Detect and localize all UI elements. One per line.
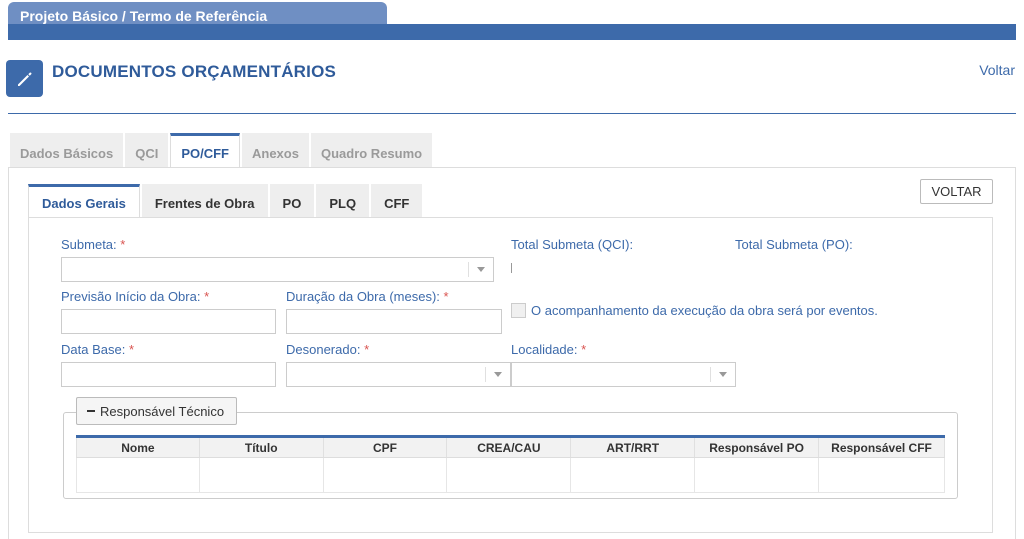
previsao-inicio-input[interactable] xyxy=(61,309,276,334)
data-base-label-text: Data Base: xyxy=(61,342,126,357)
page-header-title: Projeto Básico / Termo de Referência xyxy=(20,8,268,24)
submeta-label: Submeta: * xyxy=(61,237,125,252)
table-cell xyxy=(570,457,696,493)
tab-dados-basicos[interactable]: Dados Básicos xyxy=(10,133,124,168)
submeta-label-text: Submeta: xyxy=(61,237,117,252)
voltar-button[interactable]: VOLTAR xyxy=(920,179,993,204)
tab-po-cff[interactable]: PO/CFF xyxy=(170,133,240,168)
section-title: DOCUMENTOS ORÇAMENTÁRIOS xyxy=(52,62,337,81)
duracao-label: Duração da Obra (meses): * xyxy=(286,289,449,304)
tab-anexos[interactable]: Anexos xyxy=(242,133,309,168)
main-tabs: Dados Básicos QCI PO/CFF Anexos Quadro R… xyxy=(10,133,434,168)
total-submeta-po-label: Total Submeta (PO): xyxy=(735,237,853,252)
column-header-responsavel-po[interactable]: Responsável PO xyxy=(694,436,820,458)
column-header-crea-cau[interactable]: CREA/CAU xyxy=(446,436,572,458)
subtab-frentes-de-obra[interactable]: Frentes de Obra xyxy=(141,184,268,218)
previsao-label-text: Previsão Início da Obra: xyxy=(61,289,201,304)
duracao-label-text: Duração da Obra (meses): xyxy=(286,289,440,304)
subtab-cff[interactable]: CFF xyxy=(371,184,423,218)
subtab-plq[interactable]: PLQ xyxy=(316,184,370,218)
data-base-input[interactable] xyxy=(61,362,276,387)
column-header-nome[interactable]: Nome xyxy=(76,436,200,458)
table-header-row: Nome Título CPF CREA/CAU ART/RRT Respons… xyxy=(76,436,945,458)
minus-icon xyxy=(87,410,95,412)
column-header-titulo[interactable]: Título xyxy=(198,436,324,458)
header-bar xyxy=(8,24,1016,40)
tab-qci[interactable]: QCI xyxy=(125,133,169,168)
required-mark: * xyxy=(128,342,135,357)
subtab-po[interactable]: PO xyxy=(269,184,315,218)
table-cell xyxy=(818,457,945,493)
required-mark: * xyxy=(581,342,587,357)
column-header-cpf[interactable]: CPF xyxy=(322,436,448,458)
required-mark: * xyxy=(120,237,126,252)
localidade-label: Localidade: * xyxy=(511,342,586,357)
required-mark: * xyxy=(364,342,370,357)
section-icon-box xyxy=(6,60,43,97)
responsavel-tecnico-table: Nome Título CPF CREA/CAU ART/RRT Respons… xyxy=(76,435,945,493)
required-mark: * xyxy=(204,289,210,304)
eventos-checkbox[interactable] xyxy=(511,303,526,318)
desonerado-label-text: Desonerado: xyxy=(286,342,361,357)
responsavel-tecnico-label: Responsável Técnico xyxy=(100,403,225,419)
table-cell xyxy=(76,457,200,493)
desonerado-select[interactable] xyxy=(286,362,511,387)
tab-quadro-resumo[interactable]: Quadro Resumo xyxy=(310,133,433,168)
pencil-icon xyxy=(17,72,31,86)
required-mark: * xyxy=(443,289,449,304)
chevron-down-icon xyxy=(469,258,493,281)
chevron-down-icon xyxy=(486,363,510,386)
table-cell xyxy=(446,457,572,493)
total-submeta-qci-value xyxy=(511,263,512,273)
subtab-dados-gerais[interactable]: Dados Gerais xyxy=(28,184,140,218)
previsao-label: Previsão Início da Obra: * xyxy=(61,289,209,304)
localidade-label-text: Localidade: xyxy=(511,342,578,357)
desonerado-label: Desonerado: * xyxy=(286,342,369,357)
table-cell xyxy=(322,457,448,493)
column-header-art-rrt[interactable]: ART/RRT xyxy=(570,436,696,458)
section-divider xyxy=(8,113,1016,114)
responsavel-tecnico-toggle[interactable]: Responsável Técnico xyxy=(76,397,238,425)
total-submeta-qci-label: Total Submeta (QCI): xyxy=(511,237,634,252)
table-row xyxy=(76,457,945,493)
sub-tabs: Dados Gerais Frentes de Obra PO PLQ CFF xyxy=(28,184,424,218)
duracao-obra-input[interactable] xyxy=(286,309,502,334)
submeta-select[interactable] xyxy=(61,257,494,282)
column-header-responsavel-cff[interactable]: Responsável CFF xyxy=(818,436,945,458)
table-cell xyxy=(694,457,820,493)
localidade-select[interactable] xyxy=(511,362,736,387)
table-cell xyxy=(198,457,324,493)
voltar-link[interactable]: Voltar xyxy=(979,62,1015,78)
chevron-down-icon xyxy=(711,363,735,386)
data-base-label: Data Base: * xyxy=(61,342,134,357)
eventos-label: O acompanhamento da execução da obra ser… xyxy=(531,303,878,318)
